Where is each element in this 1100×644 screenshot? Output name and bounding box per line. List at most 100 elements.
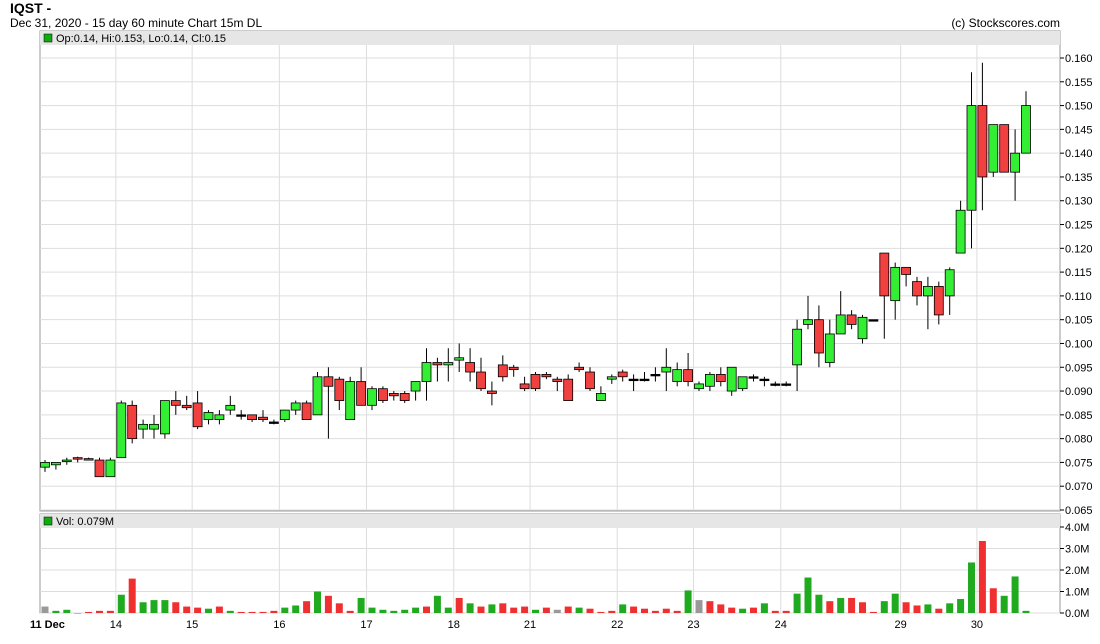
volume-bar: [248, 611, 256, 613]
x-axis: 11 Dec 14 15 16 17 18 21 22 23 24 29 30: [30, 619, 983, 631]
volume-bar: [117, 594, 125, 613]
volume-bar: [662, 608, 670, 613]
volume-bar: [641, 608, 648, 613]
candle-body: [628, 378, 639, 382]
volume-bar: [270, 610, 278, 613]
candle-body: [966, 105, 977, 211]
volume-bar: [804, 577, 812, 613]
candle-body: [596, 393, 606, 401]
x-tick-label: 22: [611, 619, 623, 631]
volume-bar: [194, 607, 202, 613]
candle-body: [410, 381, 421, 392]
candle-body: [552, 378, 563, 382]
candle-body: [563, 378, 574, 401]
volume-bar: [41, 606, 49, 613]
volume-bar: [401, 609, 409, 613]
volume-bar: [444, 607, 452, 613]
candle-body: [977, 105, 988, 178]
volume-bar: [314, 591, 321, 613]
volume-bar: [760, 603, 768, 613]
volume-bar: [335, 603, 343, 613]
volume-bar: [106, 610, 114, 613]
candle-body: [639, 378, 650, 382]
volume-bar: [542, 607, 550, 613]
candle-body: [203, 412, 214, 421]
volume-bar: [52, 610, 60, 613]
price-tick-label: 0.130: [1065, 196, 1093, 208]
volume-bar: [651, 610, 659, 613]
volume-bar: [739, 608, 747, 613]
volume-tick-label: 1.0M: [1065, 587, 1089, 599]
candle-body: [454, 357, 465, 361]
candle-body: [792, 328, 802, 366]
candle-body: [770, 383, 781, 386]
volume-bar: [553, 609, 561, 613]
candle-body: [323, 376, 334, 387]
volume-bar: [412, 607, 420, 613]
volume-bar: [466, 603, 474, 613]
volume-bar: [673, 610, 681, 613]
candle-body: [857, 316, 868, 340]
stock-chart: Op:0.14, Hi:0.153, Lo:0.14, Cl:0.15 0.06…: [30, 30, 1093, 631]
volume-tick-label: 2.0M: [1065, 565, 1089, 577]
volume-bar: [423, 606, 430, 613]
volume-bar: [564, 606, 572, 613]
candle-body: [334, 378, 345, 401]
volume-bar: [684, 590, 692, 613]
volume-bar: [989, 588, 997, 613]
volume-bar: [793, 593, 801, 613]
candle-body: [236, 414, 247, 417]
price-tick-label: 0.135: [1065, 172, 1093, 184]
candle-body: [61, 459, 72, 462]
candle-body: [846, 314, 857, 325]
candle-body: [694, 383, 704, 390]
candle-body: [672, 369, 683, 382]
volume-tick-label: 3.0M: [1065, 544, 1089, 556]
price-tick-label: 0.070: [1065, 481, 1093, 493]
candle-body: [116, 402, 127, 459]
volume-bar: [379, 609, 387, 613]
candle-body: [726, 366, 737, 392]
candle-body: [345, 381, 356, 420]
x-tick-label: 29: [895, 619, 907, 631]
candle-body: [192, 402, 203, 428]
volume-bar: [433, 595, 441, 613]
price-tick-label: 0.120: [1065, 243, 1093, 255]
candle-body: [465, 362, 476, 373]
candle-body: [443, 362, 454, 366]
volume-bar: [346, 610, 354, 613]
volume-bar: [957, 599, 965, 613]
volume-bar: [96, 610, 103, 613]
volume-bar: [150, 600, 158, 613]
candle-body: [781, 383, 792, 386]
x-tick-label: 23: [687, 619, 699, 631]
price-tick-label: 0.095: [1065, 362, 1093, 374]
price-legend-text: Op:0.14, Hi:0.153, Lo:0.14, Cl:0.15: [56, 33, 226, 45]
candle-body: [585, 371, 595, 390]
volume-bar: [1000, 595, 1008, 613]
volume-bar: [935, 608, 943, 613]
volume-bar: [521, 606, 529, 613]
volume-bar: [1011, 576, 1019, 613]
volume-bar: [292, 605, 300, 613]
volume-bar: [368, 607, 376, 613]
candle-body: [214, 414, 225, 420]
volume-bar: [85, 611, 93, 613]
candle-body: [312, 376, 323, 416]
price-tick-label: 0.140: [1065, 148, 1093, 160]
volume-legend-text: Vol: 0.079M: [56, 516, 114, 528]
volume-bar: [205, 608, 212, 613]
volume-bar: [597, 611, 605, 613]
volume-bar: [695, 600, 703, 613]
x-tick-label: 24: [775, 619, 787, 631]
candle-body: [279, 409, 290, 420]
candle-body: [301, 402, 312, 420]
x-tick-label: 14: [110, 619, 122, 631]
price-tick-label: 0.160: [1065, 53, 1093, 65]
x-tick-label: 21: [524, 619, 536, 631]
candle-body: [127, 404, 138, 440]
volume-bar: [74, 613, 82, 614]
volume-bar: [586, 608, 594, 613]
volume-panel: Vol: 0.079M 0.0M 1.0M 2.0M 3.0M 4.0M: [39, 513, 1089, 620]
volume-bar: [183, 606, 191, 613]
